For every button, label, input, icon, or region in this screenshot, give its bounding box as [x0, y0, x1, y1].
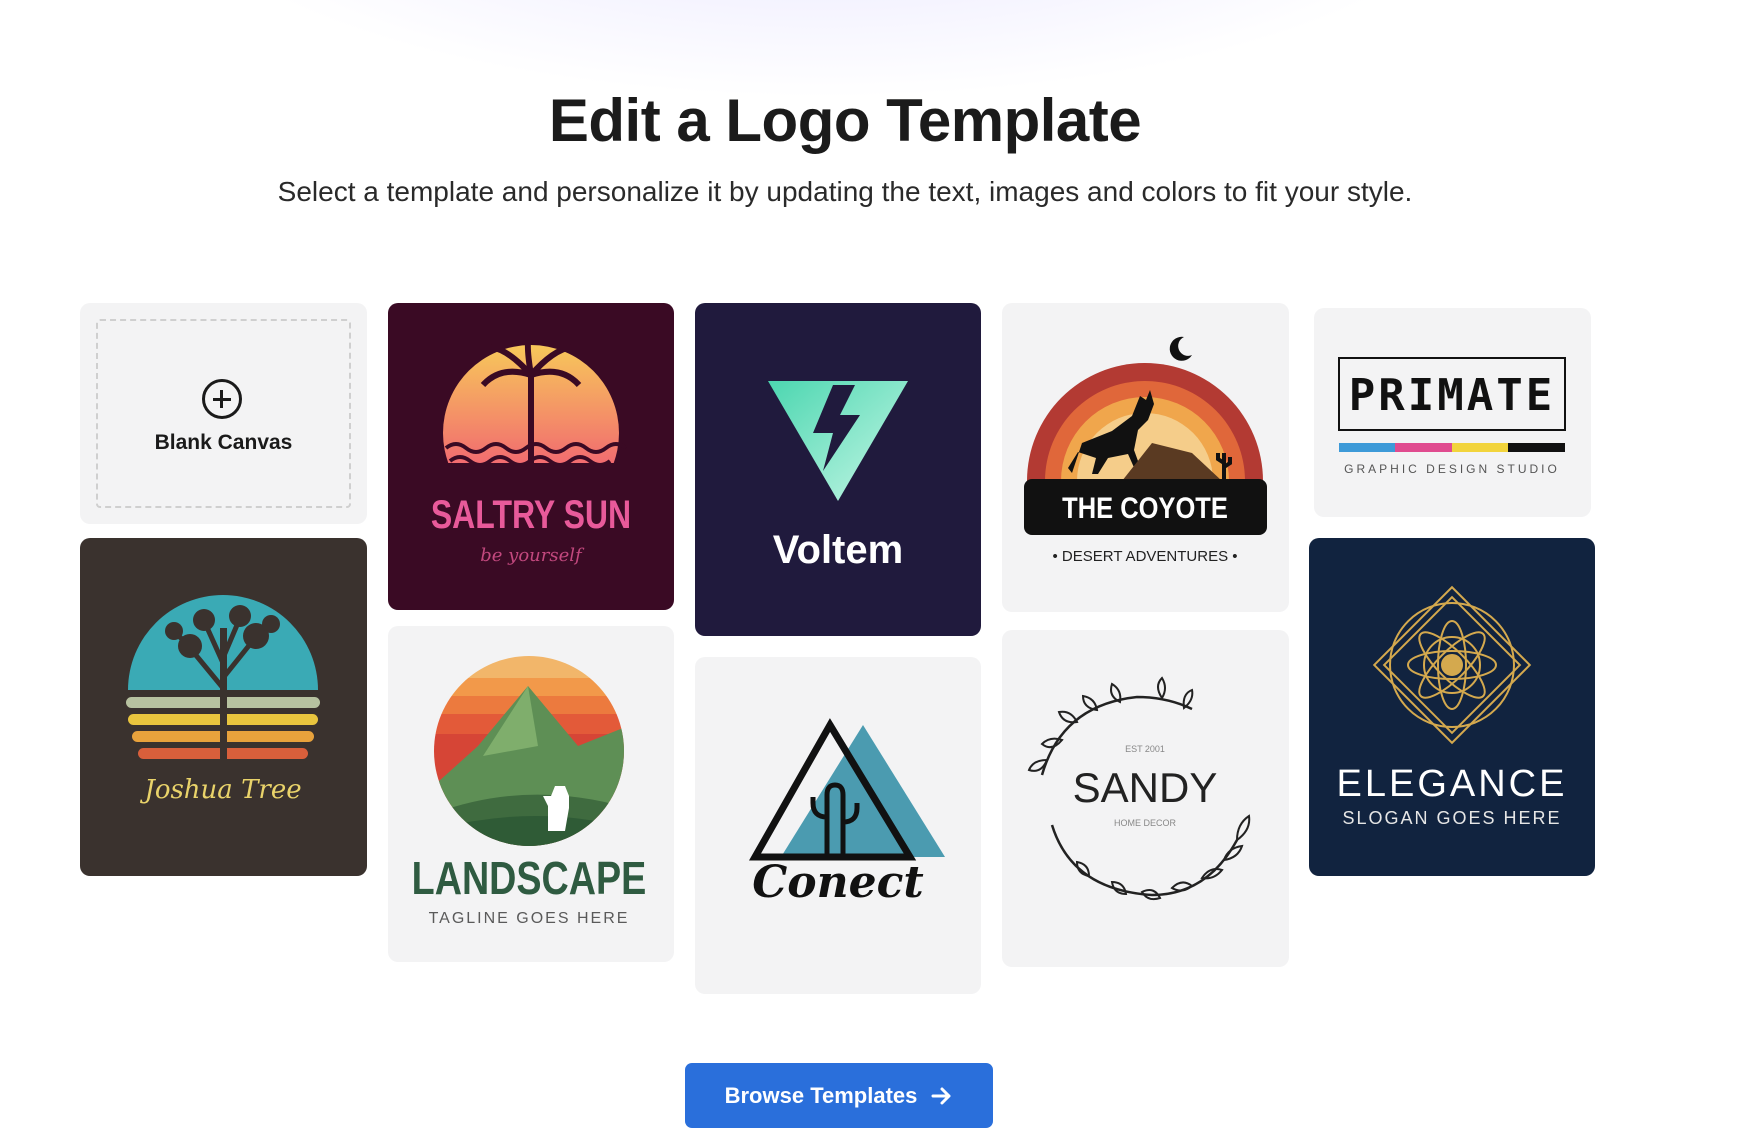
conect-name: Conect [752, 857, 923, 908]
template-card-voltem[interactable]: Voltem [695, 303, 981, 636]
primate-tagline: GRAPHIC DESIGN STUDIO [1344, 462, 1560, 476]
elegance-tagline: SLOGAN GOES HERE [1342, 808, 1561, 828]
template-card-primate[interactable]: PRIMATE GRAPHIC DESIGN STUDIO [1314, 308, 1591, 517]
saltry-sun-name: SALTRY SUN [431, 492, 631, 537]
the-coyote-logo: THE COYOTE • DESERT ADVENTURES • [1024, 336, 1267, 565]
template-card-elegance[interactable]: ELEGANCE SLOGAN GOES HERE [1309, 538, 1595, 876]
arrow-right-icon [931, 1087, 951, 1104]
saltry-sun-tagline: be yourself [480, 545, 585, 566]
template-card-saltry-sun[interactable]: SALTRY SUN be yourself [388, 303, 674, 610]
browse-templates-button[interactable]: Browse Templates [685, 1063, 993, 1128]
template-card-joshua-tree[interactable]: Joshua Tree [80, 538, 367, 876]
page-subtitle: Select a template and personalize it by … [277, 176, 1413, 207]
sandy-name: SANDY [1073, 764, 1218, 811]
joshua-tree-logo: Joshua Tree [126, 595, 320, 805]
template-card-the-coyote[interactable]: THE COYOTE • DESERT ADVENTURES • [1002, 303, 1289, 612]
voltem-name: Voltem [773, 528, 903, 572]
blank-canvas-label: Blank Canvas [154, 431, 293, 454]
landscape-name: LANDSCAPE [412, 852, 647, 903]
primate-name: PRIMATE [1349, 370, 1555, 421]
the-coyote-tagline: • DESERT ADVENTURES • [1053, 548, 1238, 565]
header-glow [150, 0, 1500, 100]
sandy-tagline: HOME DECOR [1114, 818, 1177, 828]
elegance-name: ELEGANCE [1337, 763, 1568, 805]
conect-logo: Conect [748, 718, 945, 908]
template-card-conect[interactable]: Conect [695, 657, 981, 994]
landscape-logo: LANDSCAPE TAGLINE GOES HERE [412, 656, 647, 927]
template-card-blank-canvas[interactable]: Blank Canvas [80, 303, 367, 524]
sandy-logo: EST 2001 SANDY HOME DECOR [1027, 676, 1251, 901]
saltry-sun-logo: SALTRY SUN be yourself [431, 335, 631, 566]
the-coyote-name: THE COYOTE [1062, 491, 1228, 524]
plus-circle-icon [201, 379, 242, 419]
browse-templates-label: Browse Templates [724, 1082, 918, 1108]
voltem-logo: Voltem [768, 381, 908, 572]
landscape-tagline: TAGLINE GOES HERE [429, 910, 630, 927]
primate-logo: PRIMATE GRAPHIC DESIGN STUDIO [1338, 357, 1566, 476]
template-card-landscape[interactable]: LANDSCAPE TAGLINE GOES HERE [388, 626, 674, 962]
page-title: Edit a Logo Template [548, 87, 1142, 154]
joshua-tree-name: Joshua Tree [139, 775, 301, 805]
template-card-sandy[interactable]: EST 2001 SANDY HOME DECOR [1002, 630, 1289, 967]
sandy-est: EST 2001 [1125, 744, 1165, 754]
elegance-logo: ELEGANCE SLOGAN GOES HERE [1337, 585, 1568, 828]
